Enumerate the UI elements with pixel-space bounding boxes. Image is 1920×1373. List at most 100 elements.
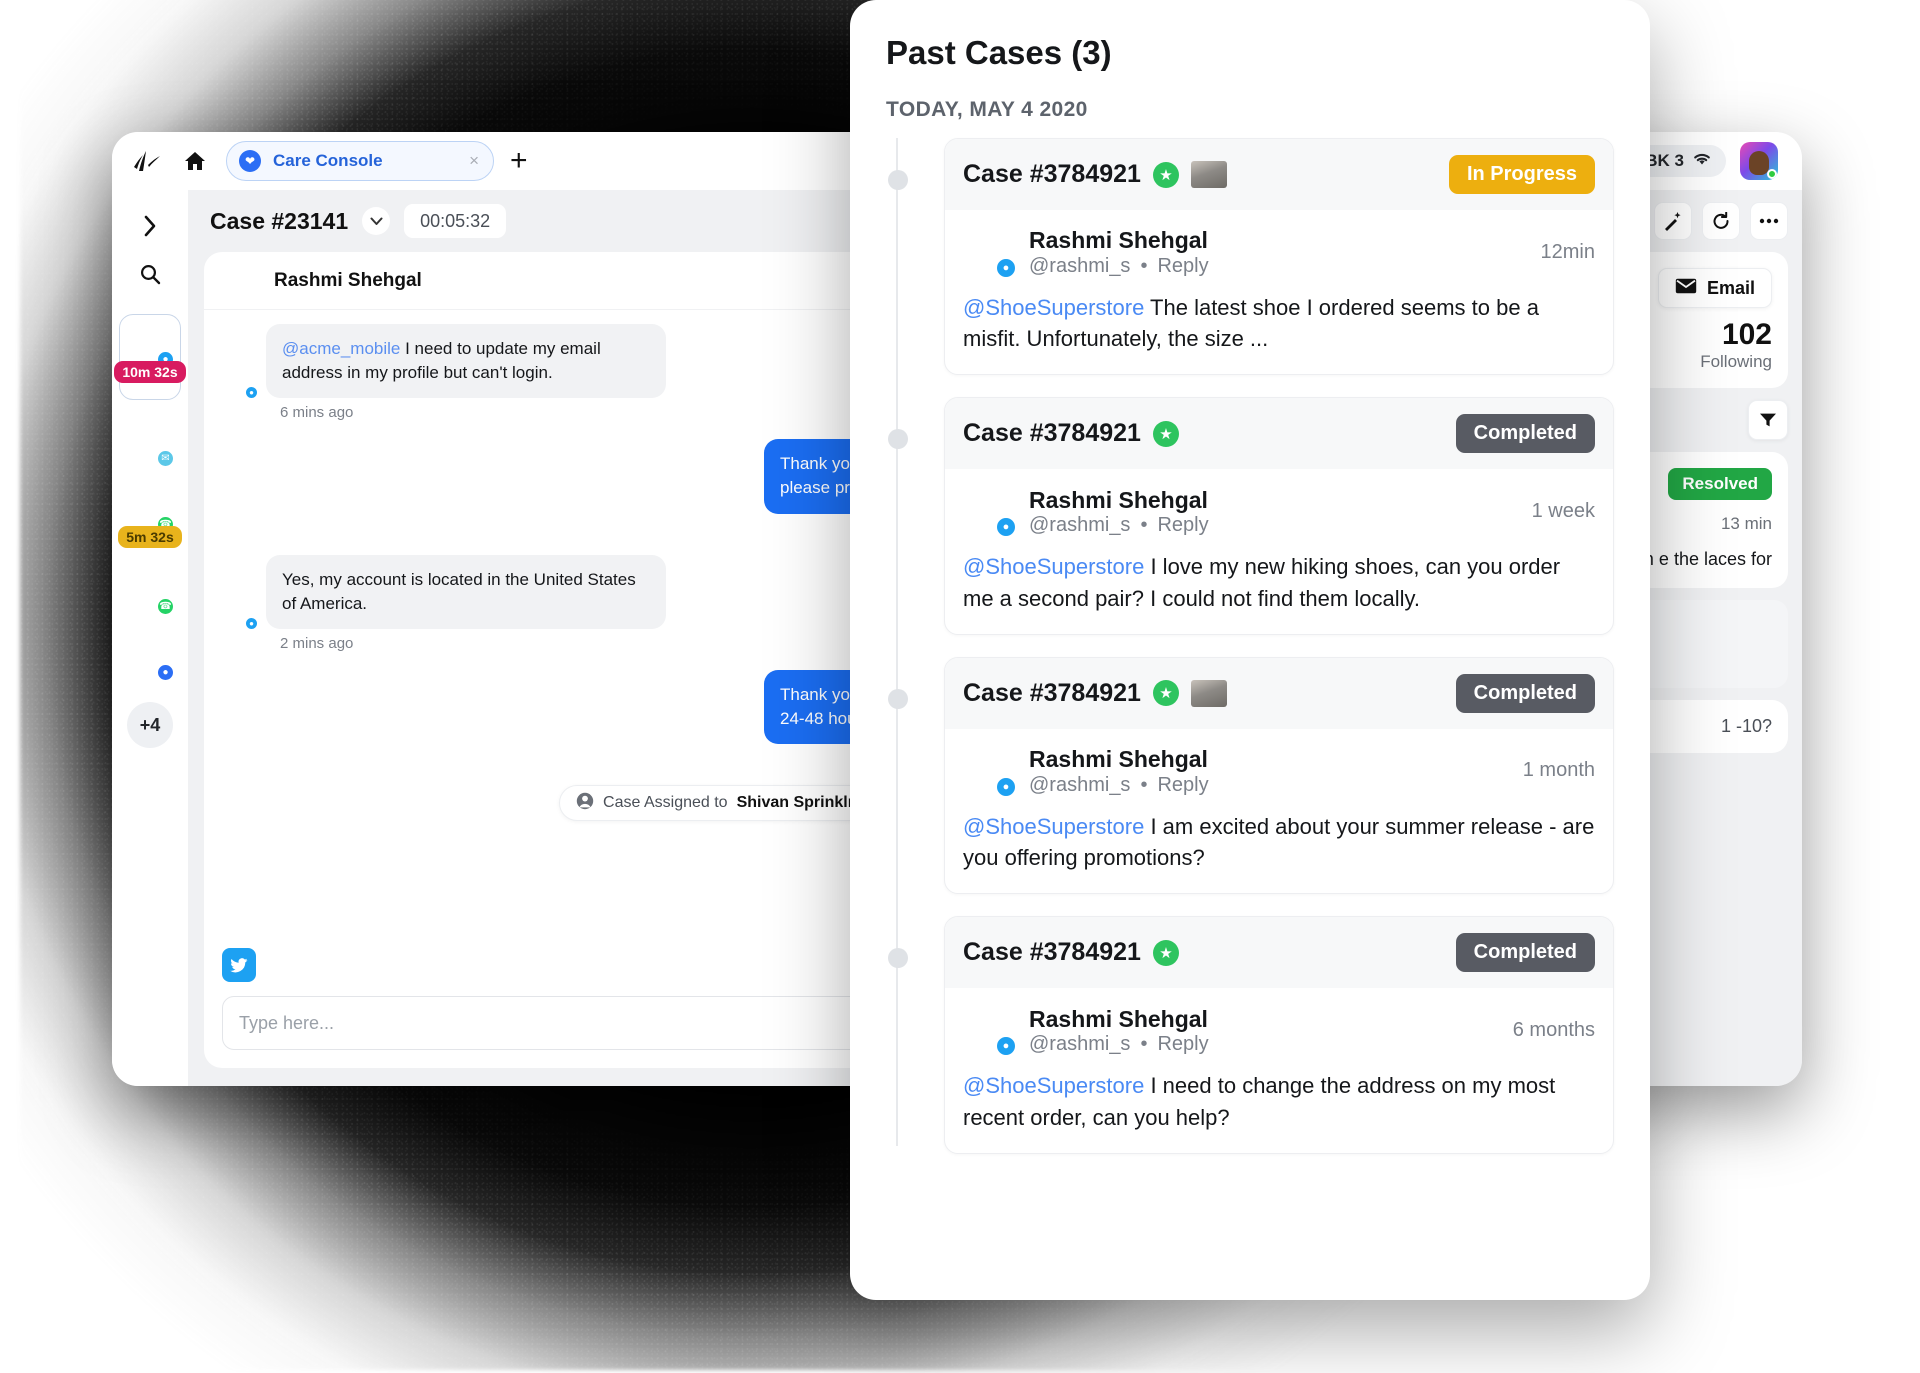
attachment-thumbnail[interactable]	[1190, 161, 1227, 188]
green-star-icon: ★	[1152, 420, 1179, 447]
whatsapp-badge-icon: ☎	[156, 597, 175, 616]
mention-text[interactable]: @ShoeSuperstore	[963, 1073, 1144, 1098]
chevron-right-icon[interactable]	[128, 204, 172, 248]
mention-text[interactable]: @ShoeSuperstore	[963, 295, 1144, 320]
email-badge-icon: ✉	[156, 449, 175, 468]
past-case-item[interactable]: Case #3784921 ★ Completed ● Rashmi Shehg…	[888, 916, 1614, 1154]
avatar: ☎	[128, 570, 175, 616]
author-name: Rashmi Shehgal	[1029, 486, 1208, 513]
new-tab-button[interactable]: +	[510, 146, 528, 176]
avatar: ●	[222, 595, 259, 631]
close-icon[interactable]: ×	[469, 151, 479, 171]
past-case-item[interactable]: Case #3784921 ★ In Progress ● Rashmi She…	[888, 138, 1614, 376]
case-card[interactable]: Case #3784921 ★ Completed ● Rashmi Shehg…	[944, 397, 1614, 635]
case-number: Case #3784921	[963, 938, 1141, 967]
chevron-down-icon[interactable]	[362, 207, 391, 235]
message-bubble: Yes, my account is located in the United…	[266, 554, 666, 629]
heart-icon: ❤	[239, 150, 261, 172]
timeline-dot	[888, 688, 908, 709]
timeline-dot	[888, 429, 908, 450]
case-author-row: ● Rashmi Shehgal @rashmi_s • Reply 12min	[963, 226, 1595, 279]
case-card[interactable]: Case #3784921 ★ In Progress ● Rashmi She…	[944, 138, 1614, 376]
twitter-badge-icon: ●	[244, 615, 259, 631]
case-message: @ShoeSuperstore I am excited about your …	[963, 811, 1595, 873]
home-icon[interactable]	[180, 151, 210, 171]
filter-icon[interactable]	[1748, 400, 1788, 440]
avatar: ✉	[128, 422, 175, 468]
sidebar-item-contact-2[interactable]: ✉	[119, 422, 181, 468]
case-card[interactable]: Case #3784921 ★ Completed ● Rashmi Shehg…	[944, 656, 1614, 895]
avatar: ●	[963, 226, 1017, 279]
past-cases-title: Past Cases (3)	[886, 34, 1112, 71]
status-badge: In Progress	[1448, 155, 1595, 194]
green-star-icon: ★	[1152, 680, 1179, 707]
avatar: ●	[963, 1004, 1017, 1058]
overflow-count-chip[interactable]: +4	[127, 702, 173, 748]
green-star-icon: ★	[1152, 939, 1179, 966]
refresh-icon[interactable]	[1702, 202, 1740, 240]
case-number: Case #3784921	[963, 160, 1141, 188]
author-handle: @rashmi_s	[1029, 773, 1131, 796]
past-case-item[interactable]: Case #3784921 ★ Completed ● Rashmi Shehg…	[888, 397, 1614, 635]
green-star-icon: ★	[1152, 161, 1179, 188]
user-icon	[576, 792, 594, 815]
bullet-separator: •	[1134, 514, 1154, 537]
sidebar-item-contact-3[interactable]: ☎ 5m 32s	[118, 488, 182, 548]
email-button-label: Email	[1706, 277, 1755, 298]
avatar: ●	[128, 636, 175, 682]
author-name: Rashmi Shehgal	[1029, 227, 1208, 254]
date-header: TODAY, MAY 4 2020	[886, 98, 1088, 121]
case-message: @ShoeSuperstore I need to change the add…	[963, 1070, 1595, 1132]
tab-care-console[interactable]: ❤ Care Console ×	[226, 141, 494, 181]
contact-name: Rashmi Shehgal	[274, 269, 422, 291]
twitter-badge-icon: ●	[995, 257, 1017, 279]
mention-text[interactable]: @ShoeSuperstore	[963, 554, 1144, 579]
avatar: ●	[963, 485, 1017, 539]
case-message: @ShoeSuperstore The latest shoe I ordere…	[963, 292, 1595, 354]
case-card-body: ● Rashmi Shehgal @rashmi_s • Reply 6 mon…	[945, 988, 1613, 1152]
twitter-icon[interactable]	[222, 948, 256, 982]
sidebar-item-rashmi-shehgal[interactable]: ● 10m 32s	[114, 314, 186, 400]
case-timestamp: 1 month	[1522, 759, 1595, 782]
case-author-row: ● Rashmi Shehgal @rashmi_s • Reply 1 wee…	[963, 485, 1595, 539]
case-number: Case #3784921	[963, 419, 1141, 448]
case-number: Case #3784921	[963, 678, 1141, 707]
magic-wand-icon[interactable]	[1654, 202, 1692, 240]
status-badge: Completed	[1455, 933, 1595, 973]
messenger-badge-icon: ●	[156, 663, 175, 682]
online-dot	[1767, 169, 1777, 179]
status-badge: Completed	[1455, 673, 1595, 713]
case-card-body: ● Rashmi Shehgal @rashmi_s • Reply 1 mon…	[945, 729, 1613, 893]
case-timestamp: 12min	[1540, 240, 1595, 263]
case-assignment-pill: Case Assigned to Shivan Sprinklr	[559, 785, 871, 821]
avatar: ●	[222, 364, 259, 401]
bullet-separator: •	[1134, 773, 1154, 796]
conversation-avatar-list: ● 10m 32s ✉ ☎ 5m 32s ☎ ● +4	[114, 314, 186, 748]
sidebar-item-contact-4[interactable]: ☎	[119, 570, 181, 616]
case-author-row: ● Rashmi Shehgal @rashmi_s • Reply 6 mon…	[963, 1004, 1595, 1058]
timeline-dot	[888, 170, 908, 190]
search-icon[interactable]	[128, 252, 172, 296]
past-case-item[interactable]: Case #3784921 ★ Completed ● Rashmi Shehg…	[888, 656, 1614, 895]
past-cases-panel: Past Cases (3) TODAY, MAY 4 2020 Case #3…	[850, 0, 1650, 1300]
envelope-icon	[1675, 278, 1697, 299]
sidebar-item-contact-5[interactable]: ●	[119, 636, 181, 682]
case-card-header: Case #3784921 ★ Completed	[945, 917, 1613, 989]
tab-label: Care Console	[273, 151, 383, 170]
attachment-thumbnail[interactable]	[1190, 679, 1227, 707]
more-icon[interactable]	[1750, 202, 1788, 240]
avatar[interactable]	[1740, 142, 1778, 180]
sla-timer: 10m 32s	[114, 361, 186, 383]
mention-text[interactable]: @ShoeSuperstore	[963, 814, 1144, 839]
mention-text[interactable]: @acme_mobile	[282, 339, 400, 358]
author-name: Rashmi Shehgal	[1029, 746, 1208, 773]
case-card-header: Case #3784921 ★ Completed	[945, 657, 1613, 729]
case-action: Reply	[1157, 1033, 1209, 1056]
email-button[interactable]: Email	[1657, 268, 1772, 308]
twitter-badge-icon: ●	[995, 775, 1017, 798]
case-message: @ShoeSuperstore I love my new hiking sho…	[963, 551, 1595, 613]
sla-timer: 5m 32s	[118, 526, 182, 548]
twitter-badge-icon: ●	[995, 516, 1017, 539]
sprinklr-logo[interactable]	[130, 147, 164, 175]
case-card[interactable]: Case #3784921 ★ Completed ● Rashmi Shehg…	[944, 916, 1614, 1154]
